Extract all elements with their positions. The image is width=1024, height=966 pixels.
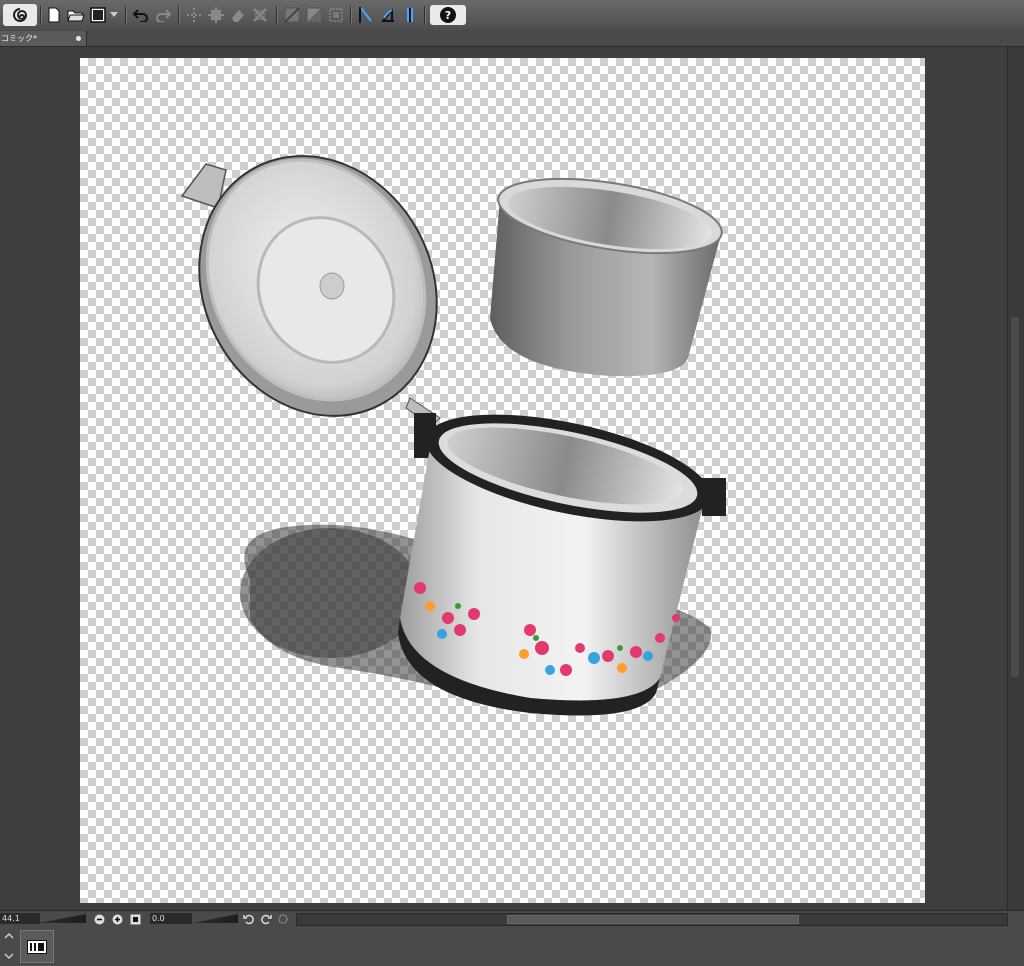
status-bar: 44.1 0.0 <box>0 910 1024 928</box>
help-icon[interactable]: ? <box>430 5 466 25</box>
layer-mask-icon[interactable] <box>282 5 302 25</box>
snap-special-icon[interactable] <box>378 5 398 25</box>
fit-icon[interactable] <box>206 5 226 25</box>
canvas-area[interactable] <box>0 47 1008 910</box>
horizontal-scrollbar[interactable] <box>296 913 1008 926</box>
redo-icon[interactable] <box>153 5 173 25</box>
fit-view-icon[interactable] <box>128 912 142 926</box>
layer-fill-icon[interactable] <box>304 5 324 25</box>
zoom-field[interactable]: 44.1 <box>0 913 40 924</box>
zoom-out-icon[interactable] <box>92 912 106 926</box>
open-file-icon[interactable] <box>66 5 86 25</box>
rice-cooker-render <box>180 155 726 716</box>
chevron-up-icon[interactable] <box>2 929 16 943</box>
zoom-in-icon[interactable] <box>110 912 124 926</box>
unsaved-dot-icon[interactable] <box>76 36 81 41</box>
vertical-scroll-thumb[interactable] <box>1011 317 1019 677</box>
inner-pot-3d <box>490 177 723 377</box>
document-tab[interactable]: コミック* <box>0 31 87 46</box>
rotation-field[interactable]: 0.0 <box>150 913 192 924</box>
bottom-panel <box>0 927 1024 966</box>
chevron-down-icon[interactable] <box>2 949 16 963</box>
horizontal-scroll-thumb[interactable] <box>507 915 799 924</box>
new-file-icon[interactable] <box>44 5 64 25</box>
main-toolbar: ? <box>0 0 1024 31</box>
zoom-slider[interactable] <box>38 914 86 923</box>
crop-icon[interactable] <box>250 5 270 25</box>
app-menu-icon[interactable] <box>3 4 37 26</box>
lid-3d <box>180 155 441 427</box>
document-tab-bar: コミック* <box>0 30 1024 47</box>
navigator-icon <box>27 939 47 954</box>
snap-grid-icon[interactable] <box>400 5 420 25</box>
vertical-scrollbar[interactable] <box>1007 47 1024 910</box>
reset-rotation-icon[interactable] <box>276 912 290 926</box>
snap-ruler-icon[interactable] <box>356 5 376 25</box>
save-dropdown-icon[interactable] <box>108 5 120 25</box>
erase-icon[interactable] <box>228 5 248 25</box>
transform-icon[interactable] <box>184 5 204 25</box>
help-badge: ? <box>440 7 456 23</box>
selection-icon[interactable] <box>326 5 346 25</box>
canvas[interactable] <box>80 58 925 903</box>
document-tab-label: コミック* <box>1 34 37 43</box>
navigator-panel-button[interactable] <box>20 930 54 963</box>
undo-icon[interactable] <box>131 5 151 25</box>
rotate-left-icon[interactable] <box>242 912 256 926</box>
save-icon[interactable] <box>88 5 108 25</box>
rotate-right-icon[interactable] <box>259 912 273 926</box>
rotation-slider[interactable] <box>192 914 238 923</box>
